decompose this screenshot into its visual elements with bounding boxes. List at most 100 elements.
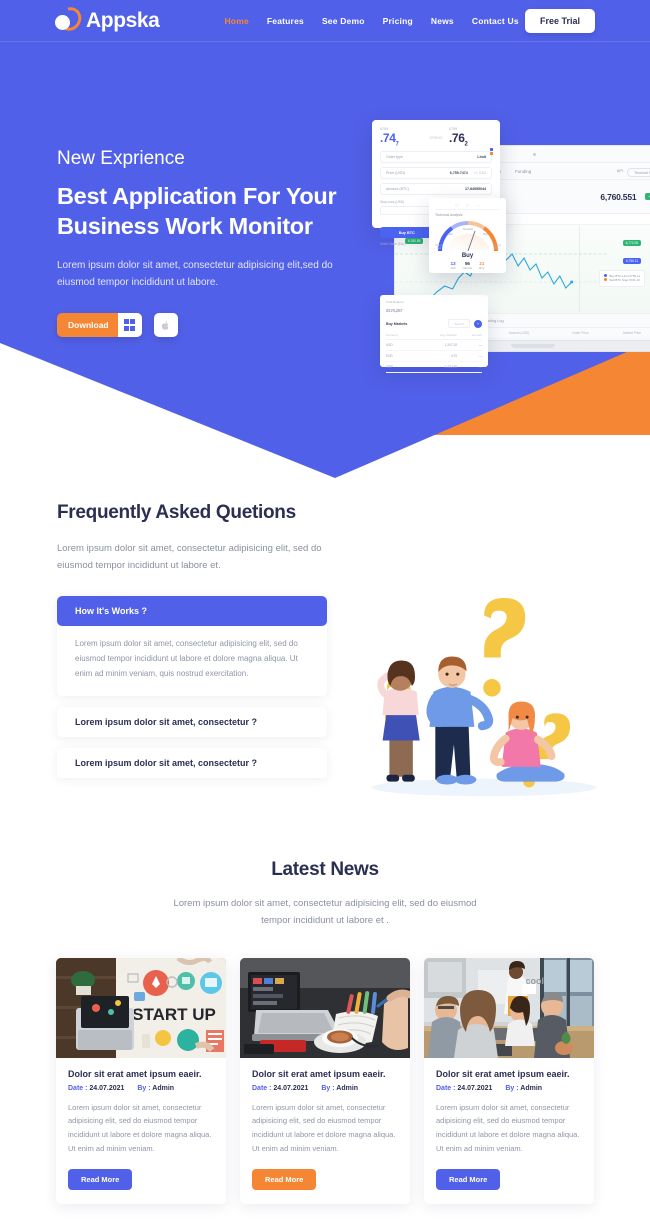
- news-card-by-value: Admin: [152, 1084, 175, 1092]
- balance-add-button[interactable]: +: [474, 319, 482, 328]
- logo-mark-icon: [54, 3, 86, 35]
- svg-text:Neutral: Neutral: [463, 227, 473, 231]
- balance-card: Total Balance $170,267 Buy Markets Searc…: [380, 295, 488, 373]
- hero-title: Best Application For Your Business Work …: [57, 181, 377, 241]
- news-card-image-meeting: madscool: [424, 957, 594, 1058]
- nav-item-pricing[interactable]: Pricing: [383, 16, 413, 26]
- faq-question-2[interactable]: Lorem ipsum dolor sit amet, consectetur …: [57, 707, 327, 737]
- order-price-label: Price (USD): [386, 171, 406, 176]
- ta-verdict: Buy: [461, 253, 474, 259]
- news-card-date-value: 24.07.2021: [457, 1084, 493, 1092]
- ta-gauge: Neutral Sell Buy Strong Sell Strong Buy: [435, 219, 501, 252]
- dashboard-terminal-sets-button[interactable]: Terminal Sets: [627, 168, 650, 177]
- nav-item-see-demo[interactable]: See Demo: [322, 16, 365, 26]
- windows-icon: [117, 313, 142, 338]
- cell-amount: —: [457, 339, 482, 351]
- news-card[interactable]: madscool: [424, 957, 594, 1204]
- ta-neutral-label: Neutral: [462, 266, 473, 270]
- faq-question-3[interactable]: Lorem ipsum dolor sit amet, consectetur …: [57, 748, 327, 778]
- th-currency: Currency: [386, 331, 416, 340]
- faq-accordion: How It's Works ? Lorem ipsum dolor sit a…: [57, 596, 327, 811]
- order-type-field[interactable]: Order type Limit: [380, 151, 492, 164]
- logo-text: Appska: [86, 8, 160, 32]
- news-card-body: Dolor sit erat amet ipsum eaeir. Date : …: [56, 1058, 226, 1205]
- cell-currency: EUR: [386, 350, 416, 362]
- th-amount: Amount: [457, 331, 482, 340]
- read-more-button[interactable]: Read More: [252, 1169, 317, 1190]
- order-price-value: 6,759.7474: [449, 171, 468, 176]
- hero-actions: Download: [57, 313, 377, 338]
- cell-avg: 1,132.80: [415, 361, 458, 373]
- read-more-button[interactable]: Read More: [436, 1169, 501, 1190]
- svg-text:Buy: Buy: [483, 232, 489, 236]
- hero-content: New Exprience Best Application For Your …: [57, 148, 377, 338]
- ta-buy-label: Buy: [479, 266, 485, 270]
- news-card[interactable]: Dolor sit erat amet ipsum eaeir. Date : …: [240, 957, 410, 1204]
- balance-table: Currency Avg. Position Amount USD 1,247.3…: [386, 331, 482, 373]
- apple-icon: [161, 321, 169, 330]
- free-trial-button[interactable]: Free Trial: [524, 8, 595, 33]
- news-card-image-desk: [240, 957, 410, 1058]
- news-card-by-value: Admin: [520, 1084, 543, 1092]
- svg-text:START UP: START UP: [132, 1005, 216, 1024]
- balance-search-input[interactable]: Search: [448, 319, 470, 328]
- news-card-meta: Date : 24.07.2021 By : Admin: [436, 1085, 582, 1092]
- stop-loss-label: Stop-Loss (USD): [380, 200, 405, 205]
- laptop-notch: [511, 344, 555, 348]
- faq-answer-1: Lorem ipsum dolor sit amet, consectetur …: [75, 639, 298, 678]
- laptop-coffee-notebook-photo-icon: [240, 957, 410, 1058]
- news-card-by-value: Admin: [336, 1084, 359, 1092]
- chart-legend: Buy BTC Limit 6759.11 Sell BTC Stop 6741…: [598, 270, 645, 287]
- nav-item-contact-us[interactable]: Contact Us: [472, 16, 519, 26]
- news-card-image-startup: START UP: [56, 957, 226, 1058]
- news-card-by-key: By :: [321, 1084, 335, 1092]
- stop-loss-field[interactable]: Stop-Loss (USD): [380, 200, 434, 216]
- nav-item-features[interactable]: Features: [267, 16, 304, 26]
- cell-amount: —: [457, 361, 482, 373]
- nav-item-news[interactable]: News: [431, 16, 454, 26]
- table-row: GBP 1,132.80—: [386, 361, 482, 373]
- news-card-text: Lorem ipsum dolor sit amet, consectetur …: [436, 1102, 580, 1154]
- faq-question-1[interactable]: How It's Works ?: [57, 596, 327, 627]
- site-header: Appska Home Features See Demo Pricing Ne…: [0, 0, 650, 42]
- th-avg-position: Avg. Position: [415, 331, 458, 340]
- news-card-by-key: By :: [505, 1084, 519, 1092]
- apple-download-button[interactable]: [153, 313, 178, 338]
- order-ask-value: .762: [449, 131, 468, 148]
- buy-btc-button[interactable]: Buy BTC: [380, 227, 434, 239]
- main-nav: Home Features See Demo Pricing News Cont…: [224, 16, 518, 26]
- ta-count-sell: 13 Sell: [451, 261, 456, 270]
- dashboard-api-link[interactable]: API: [617, 169, 623, 173]
- faq-title: Frequently Asked Quetions: [57, 502, 296, 523]
- order-amount-field[interactable]: Amount (BTC) 17.84955044: [380, 183, 492, 196]
- news-card-date-key: Date :: [68, 1084, 88, 1092]
- faq-subtitle: Lorem ipsum dolor sit amet, consectetur …: [57, 543, 322, 571]
- order-price-field[interactable]: Price (USD) 6,759.7474 +/- 0.01: [380, 167, 492, 180]
- news-card[interactable]: START UP Dolor sit erat amet ipsum eaeir…: [56, 957, 226, 1205]
- faq-item-3: Lorem ipsum dolor sit amet, consectetur …: [57, 747, 327, 778]
- faq-section: Frequently Asked Quetions Lorem ipsum do…: [0, 490, 650, 811]
- news-card-date-value: 24.07.2021: [89, 1084, 125, 1092]
- ta-title: Technical Analysis: [435, 213, 463, 217]
- faq-header: Frequently Asked Quetions Lorem ipsum do…: [57, 502, 650, 574]
- logo[interactable]: Appska: [54, 3, 160, 35]
- stop-loss-value: [380, 206, 434, 216]
- news-card-text: Lorem ipsum dolor sit amet, consectetur …: [252, 1102, 396, 1154]
- svg-text:Buy: Buy: [495, 246, 500, 250]
- chart-legend-item-1: Buy BTC Limit 6759.11: [609, 273, 640, 278]
- news-card-title: Dolor sit erat amet ipsum eaeir.: [252, 1068, 386, 1079]
- read-more-button[interactable]: Read More: [68, 1169, 133, 1190]
- cell-currency: GBP: [386, 361, 416, 373]
- hero-title-line2: Business Work Monitor: [57, 213, 313, 240]
- dashboard-tab-funding[interactable]: Funding: [515, 169, 531, 174]
- chart-legend-item-2: Sell BTC Stop 6741.10: [609, 278, 640, 283]
- news-subtitle: Lorem ipsum dolor sit amet, consectetur …: [173, 898, 477, 926]
- table-row: EUR 4.70—: [386, 350, 482, 362]
- download-button[interactable]: Download: [57, 313, 142, 338]
- stepper-icon[interactable]: [490, 148, 493, 156]
- nav-item-home[interactable]: Home: [224, 16, 248, 26]
- faq-item-2: Lorem ipsum dolor sit amet, consectetur …: [57, 706, 327, 737]
- chart-chip-2: 6,750.11: [622, 258, 641, 265]
- chart-chip-1: 6,772.05: [622, 240, 641, 247]
- news-card-date-value: 24.07.2021: [273, 1084, 309, 1092]
